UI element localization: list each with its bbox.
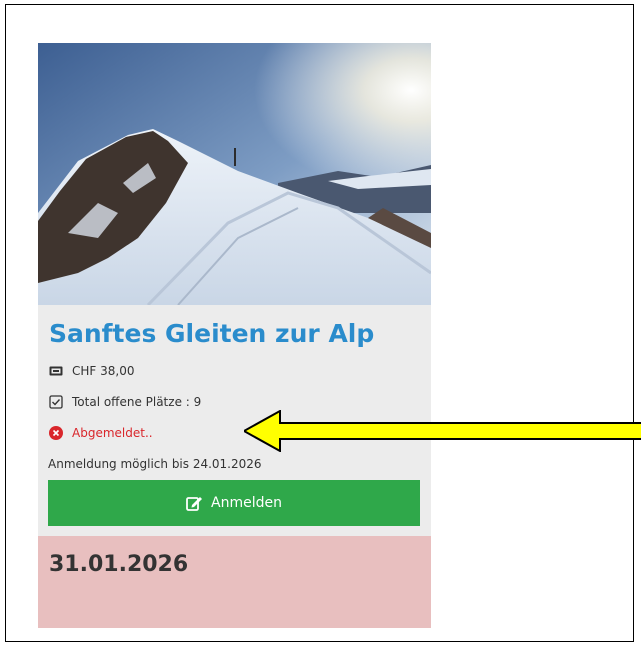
price-row: CHF 38,00 bbox=[49, 364, 134, 378]
status-row: Abgemeldet.. bbox=[49, 426, 153, 440]
edit-icon bbox=[186, 495, 203, 511]
checkbox-icon bbox=[49, 395, 63, 409]
status-text: Abgemeldet.. bbox=[72, 426, 153, 440]
error-circle-icon bbox=[49, 426, 63, 440]
event-photo bbox=[38, 43, 431, 305]
event-card: Sanftes Gleiten zur Alp CHF 38,00 Total … bbox=[38, 43, 431, 628]
places-row: Total offene Plätze : 9 bbox=[49, 395, 201, 409]
event-date: 31.01.2026 bbox=[49, 552, 189, 577]
places-text: Total offene Plätze : 9 bbox=[72, 395, 202, 409]
price-text: CHF 38,00 bbox=[72, 364, 135, 378]
register-button-label: Anmelden bbox=[211, 495, 282, 511]
register-button[interactable]: Anmelden bbox=[48, 480, 420, 526]
event-title[interactable]: Sanftes Gleiten zur Alp bbox=[49, 319, 374, 348]
annotation-arrow bbox=[241, 409, 641, 456]
deadline-text: Anmeldung möglich bis 24.01.2026 bbox=[48, 457, 262, 471]
event-date-box: 31.01.2026 bbox=[38, 536, 431, 628]
ticket-icon bbox=[49, 364, 63, 378]
